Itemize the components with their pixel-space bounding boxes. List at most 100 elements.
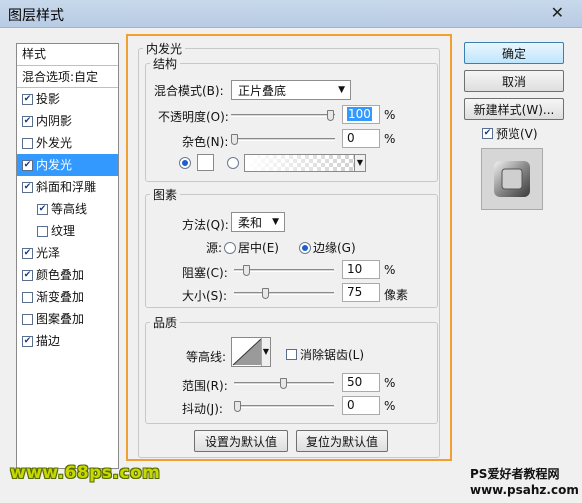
solid-color-radio[interactable] <box>179 157 191 169</box>
style-item-checkbox[interactable] <box>37 203 48 215</box>
style-item-checkbox[interactable] <box>22 313 33 325</box>
style-item[interactable]: 描边 <box>17 330 118 352</box>
watermark-psahz: PS爱好者教程网 www.psahz.com <box>470 466 579 498</box>
styles-header[interactable]: 样式 <box>17 44 118 66</box>
watermark-68ps: www.68ps.com <box>10 463 161 483</box>
choke-slider-thumb[interactable] <box>243 265 250 276</box>
style-item-label: 斜面和浮雕 <box>36 180 97 194</box>
quality-title: 品质 <box>153 316 178 330</box>
noise-slider[interactable] <box>231 134 335 145</box>
opacity-input[interactable]: 100 <box>342 105 380 124</box>
glow-color-swatch[interactable] <box>197 154 214 171</box>
range-slider[interactable] <box>234 378 334 389</box>
style-item[interactable]: 图案叠加 <box>17 308 118 330</box>
style-preview-thumbnail <box>481 148 543 210</box>
jitter-slider-thumb[interactable] <box>234 401 241 412</box>
chevron-down-icon[interactable]: ▼ <box>261 338 270 366</box>
style-item-label: 内发光 <box>36 158 73 172</box>
elements-title: 图素 <box>153 188 178 202</box>
size-label: 大小(S): <box>182 289 228 303</box>
gradient-radio[interactable] <box>227 157 239 169</box>
make-default-button[interactable]: 设置为默认值 <box>194 430 288 452</box>
source-edge-radio[interactable] <box>299 241 311 254</box>
chevron-down-icon[interactable]: ▼ <box>354 155 365 171</box>
new-style-button[interactable]: 新建样式(W)... <box>464 98 564 120</box>
watermark-psahz-line2: www.psahz.com <box>470 483 579 497</box>
style-item-label: 光泽 <box>36 246 61 260</box>
cancel-button[interactable]: 取消 <box>464 70 564 92</box>
size-unit: 像素 <box>384 288 409 302</box>
method-dropdown[interactable]: 柔和 ▼ <box>231 212 285 232</box>
style-item-checkbox[interactable] <box>22 115 33 127</box>
style-item[interactable]: 光泽 <box>17 242 118 264</box>
style-item[interactable]: 等高线 <box>17 198 118 220</box>
source-center-label[interactable]: 居中(E) <box>238 239 279 256</box>
source-center-radio[interactable] <box>224 241 237 254</box>
style-item-label: 描边 <box>36 334 61 348</box>
preview-swatch-icon <box>494 161 530 197</box>
choke-slider[interactable] <box>234 265 334 276</box>
style-item-checkbox[interactable] <box>22 159 33 171</box>
method-label: 方法(Q): <box>182 218 229 232</box>
styles-list: 样式 混合选项:自定 投影内阴影外发光内发光斜面和浮雕等高线纹理光泽颜色叠加渐变… <box>16 43 119 469</box>
style-item-label: 纹理 <box>51 224 76 238</box>
style-item-label: 等高线 <box>51 202 88 216</box>
style-item-checkbox[interactable] <box>22 181 33 193</box>
range-slider-thumb[interactable] <box>280 378 287 389</box>
size-slider-thumb[interactable] <box>262 288 269 299</box>
noise-input[interactable]: 0 <box>342 129 380 148</box>
source-edge-label[interactable]: 边缘(G) <box>313 239 356 256</box>
blend-options-item[interactable]: 混合选项:自定 <box>17 66 118 88</box>
blend-mode-label: 混合模式(B): <box>154 84 224 98</box>
style-item[interactable]: 渐变叠加 <box>17 286 118 308</box>
blend-mode-dropdown[interactable]: 正片叠底 ▼ <box>231 80 351 100</box>
style-item-label: 内阴影 <box>36 114 73 128</box>
size-slider[interactable] <box>234 288 334 299</box>
choke-input[interactable]: 10 <box>342 260 380 279</box>
style-item[interactable]: 外发光 <box>17 132 118 154</box>
style-item-checkbox[interactable] <box>22 137 33 149</box>
reset-default-button[interactable]: 复位为默认值 <box>296 430 388 452</box>
anti-alias-label[interactable]: 消除锯齿(L) <box>300 346 364 363</box>
style-item-checkbox[interactable] <box>22 247 33 259</box>
opacity-slider-thumb[interactable] <box>327 110 334 121</box>
style-item-checkbox[interactable] <box>22 269 33 281</box>
style-item[interactable]: 斜面和浮雕 <box>17 176 118 198</box>
window-title: 图层样式 <box>8 8 64 24</box>
style-item-checkbox[interactable] <box>22 335 33 347</box>
watermark-psahz-line1: PS爱好者教程网 <box>470 467 560 481</box>
preview-checkbox[interactable] <box>482 128 493 139</box>
style-item[interactable]: 颜色叠加 <box>17 264 118 286</box>
blend-mode-value: 正片叠底 <box>238 83 287 98</box>
style-item-label: 投影 <box>36 92 61 106</box>
close-icon[interactable]: ✕ <box>551 3 564 22</box>
style-item[interactable]: 内阴影 <box>17 110 118 132</box>
style-item-label: 颜色叠加 <box>36 268 85 282</box>
style-item[interactable]: 内发光 <box>17 154 118 176</box>
range-input[interactable]: 50 <box>342 373 380 392</box>
contour-picker[interactable]: ▼ <box>231 337 271 367</box>
opacity-slider[interactable] <box>231 110 335 121</box>
style-item-checkbox[interactable] <box>22 291 33 303</box>
size-input[interactable]: 75 <box>342 283 380 302</box>
noise-slider-thumb[interactable] <box>231 134 238 145</box>
jitter-slider[interactable] <box>234 401 334 412</box>
title-bar: 图层样式 ✕ <box>0 0 582 28</box>
anti-alias-checkbox[interactable] <box>286 349 297 360</box>
chevron-down-icon: ▼ <box>338 85 345 95</box>
structure-title: 结构 <box>153 57 178 71</box>
style-item-checkbox[interactable] <box>37 225 48 237</box>
method-value: 柔和 <box>238 215 263 230</box>
choke-unit: % <box>384 263 396 277</box>
jitter-input[interactable]: 0 <box>342 396 380 415</box>
noise-unit: % <box>384 132 396 146</box>
jitter-unit: % <box>384 399 396 413</box>
preview-label[interactable]: 预览(V) <box>496 125 538 142</box>
ok-button[interactable]: 确定 <box>464 42 564 64</box>
style-item[interactable]: 纹理 <box>17 220 118 242</box>
style-item[interactable]: 投影 <box>17 88 118 110</box>
gradient-picker[interactable]: ▼ <box>244 154 366 172</box>
style-item-checkbox[interactable] <box>22 93 33 105</box>
style-item-label: 渐变叠加 <box>36 290 85 304</box>
opacity-label: 不透明度(O): <box>158 110 229 124</box>
